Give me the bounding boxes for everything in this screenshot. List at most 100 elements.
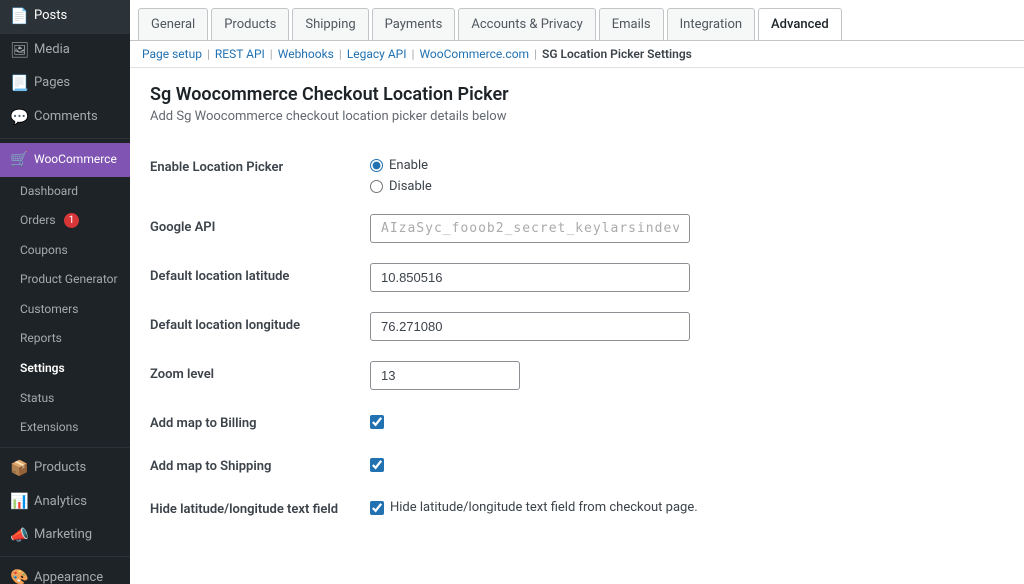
- comments-icon: 💬: [10, 108, 28, 128]
- orders-badge: 1: [64, 213, 80, 228]
- appearance-icon: 🎨: [10, 568, 28, 584]
- billing-map-label: Add map to Billing: [150, 416, 257, 431]
- main-content: General Products Shipping Payments Accou…: [130, 0, 1024, 584]
- woocommerce-icon: 🛒: [10, 150, 28, 170]
- enable-location-radio-group: Enable Disable: [370, 154, 1004, 194]
- form-row-billing-map: Add map to Billing: [150, 400, 1004, 443]
- sidebar-item-label: Status: [20, 391, 54, 407]
- radio-disable-label[interactable]: Disable: [370, 179, 1004, 194]
- page-title: Sg Woocommerce Checkout Location Picker: [150, 84, 1004, 105]
- settings-form-table: Enable Location Picker Enable Disable: [150, 144, 1004, 529]
- sidebar-item-label: Products: [34, 460, 86, 477]
- zoom-input[interactable]: [370, 361, 520, 390]
- sidebar-item-woocommerce[interactable]: 🛒 WooCommerce: [0, 143, 130, 177]
- sidebar-item-reports[interactable]: Reports: [0, 324, 130, 354]
- tab-products[interactable]: Products: [211, 8, 289, 40]
- sidebar-item-marketing[interactable]: 📣 Marketing: [0, 519, 130, 553]
- tab-emails[interactable]: Emails: [599, 8, 664, 40]
- radio-disable[interactable]: [370, 180, 383, 193]
- radio-enable[interactable]: [370, 159, 383, 172]
- latitude-label: Default location latitude: [150, 269, 289, 284]
- form-row-shipping-map: Add map to Shipping: [150, 443, 1004, 486]
- billing-map-checkbox[interactable]: [370, 415, 384, 429]
- subnav-rest-api[interactable]: REST API: [215, 47, 265, 61]
- subnav-woocommerce-com[interactable]: WooCommerce.com: [419, 47, 529, 61]
- sidebar-item-status[interactable]: Status: [0, 384, 130, 414]
- sidebar-item-customers[interactable]: Customers: [0, 295, 130, 325]
- longitude-label: Default location longitude: [150, 318, 300, 333]
- form-row-longitude: Default location longitude: [150, 302, 1004, 351]
- sidebar-item-label: Settings: [20, 361, 65, 377]
- sidebar-item-comments[interactable]: 💬 Comments: [0, 101, 130, 135]
- google-api-input[interactable]: [370, 214, 690, 243]
- sidebar-item-label: Posts: [34, 8, 67, 25]
- form-row-zoom: Zoom level: [150, 351, 1004, 400]
- longitude-input[interactable]: [370, 312, 690, 341]
- tabs-bar: General Products Shipping Payments Accou…: [130, 0, 1024, 41]
- billing-map-checkbox-label[interactable]: [370, 415, 1004, 429]
- subnav-page-setup[interactable]: Page setup: [142, 47, 202, 61]
- analytics-icon: 📊: [10, 492, 28, 512]
- hide-lat-lng-checkbox[interactable]: [370, 501, 384, 515]
- sidebar-divider-3: [0, 556, 130, 557]
- form-row-hide-lat-lng: Hide latitude/longitude text field Hide …: [150, 486, 1004, 529]
- sidebar-item-label: Media: [34, 42, 70, 59]
- sidebar-item-appearance[interactable]: 🎨 Appearance: [0, 561, 130, 584]
- enable-location-label: Enable Location Picker: [150, 160, 283, 175]
- sidebar-item-label: Orders: [20, 213, 56, 229]
- sidebar-item-posts[interactable]: 📄 Posts: [0, 0, 130, 34]
- sidebar-item-label: Customers: [20, 302, 78, 318]
- sidebar-item-label: Analytics: [34, 494, 87, 511]
- hide-lat-lng-description: Hide latitude/longitude text field from …: [390, 500, 698, 515]
- sidebar-item-products-main[interactable]: 📦 Products: [0, 452, 130, 486]
- form-row-google-api: Google API: [150, 204, 1004, 253]
- subnav-sg-location: SG Location Picker Settings: [542, 47, 692, 61]
- sidebar-item-extensions[interactable]: Extensions: [0, 413, 130, 443]
- products-icon: 📦: [10, 459, 28, 479]
- sidebar-item-label: Dashboard: [20, 184, 78, 200]
- sidebar-item-coupons[interactable]: Coupons: [0, 236, 130, 266]
- marketing-icon: 📣: [10, 526, 28, 546]
- hide-lat-lng-checkbox-label[interactable]: Hide latitude/longitude text field from …: [370, 500, 1004, 515]
- media-icon: 🖼: [10, 41, 28, 61]
- subnav-separator-3: |: [339, 47, 342, 61]
- radio-enable-text: Enable: [389, 158, 428, 173]
- tab-payments[interactable]: Payments: [372, 8, 456, 40]
- sidebar-item-product-generator[interactable]: Product Generator: [0, 265, 130, 295]
- tab-accounts-privacy[interactable]: Accounts & Privacy: [458, 8, 595, 40]
- tab-integration[interactable]: Integration: [667, 8, 755, 40]
- sidebar-item-label: Marketing: [34, 527, 92, 544]
- form-row-latitude: Default location latitude: [150, 253, 1004, 302]
- tab-advanced[interactable]: Advanced: [758, 8, 842, 41]
- hide-lat-lng-label: Hide latitude/longitude text field: [150, 502, 338, 517]
- sidebar-item-pages[interactable]: 📃 Pages: [0, 67, 130, 101]
- sidebar-item-dashboard[interactable]: Dashboard: [0, 177, 130, 207]
- shipping-map-checkbox-label[interactable]: [370, 458, 1004, 472]
- sidebar-item-settings[interactable]: Settings: [0, 354, 130, 384]
- sidebar-item-orders[interactable]: Orders 1: [0, 206, 130, 236]
- subnav-legacy-api[interactable]: Legacy API: [347, 47, 407, 61]
- sidebar-divider: [0, 138, 130, 139]
- pages-icon: 📃: [10, 74, 28, 94]
- zoom-label: Zoom level: [150, 367, 214, 382]
- sidebar-item-label: Appearance: [34, 570, 103, 584]
- shipping-map-checkbox[interactable]: [370, 458, 384, 472]
- sidebar-item-analytics[interactable]: 📊 Analytics: [0, 485, 130, 519]
- sidebar-item-label: Reports: [20, 331, 62, 347]
- radio-enable-label[interactable]: Enable: [370, 158, 1004, 173]
- sidebar-item-label: Pages: [34, 75, 70, 92]
- subnav-separator-4: |: [412, 47, 415, 61]
- tab-shipping[interactable]: Shipping: [292, 8, 368, 40]
- posts-icon: 📄: [10, 7, 28, 27]
- sidebar-item-media[interactable]: 🖼 Media: [0, 34, 130, 68]
- latitude-input[interactable]: [370, 263, 690, 292]
- sidebar-item-label: WooCommerce: [34, 152, 117, 168]
- sidebar-item-label: Extensions: [20, 420, 78, 436]
- sidebar-item-label: Comments: [34, 109, 98, 126]
- subnav-separator-1: |: [207, 47, 210, 61]
- subnav-webhooks[interactable]: Webhooks: [278, 47, 334, 61]
- google-api-label: Google API: [150, 220, 215, 235]
- sidebar-item-label: Coupons: [20, 243, 68, 259]
- sidebar-divider-2: [0, 447, 130, 448]
- tab-general[interactable]: General: [138, 8, 208, 40]
